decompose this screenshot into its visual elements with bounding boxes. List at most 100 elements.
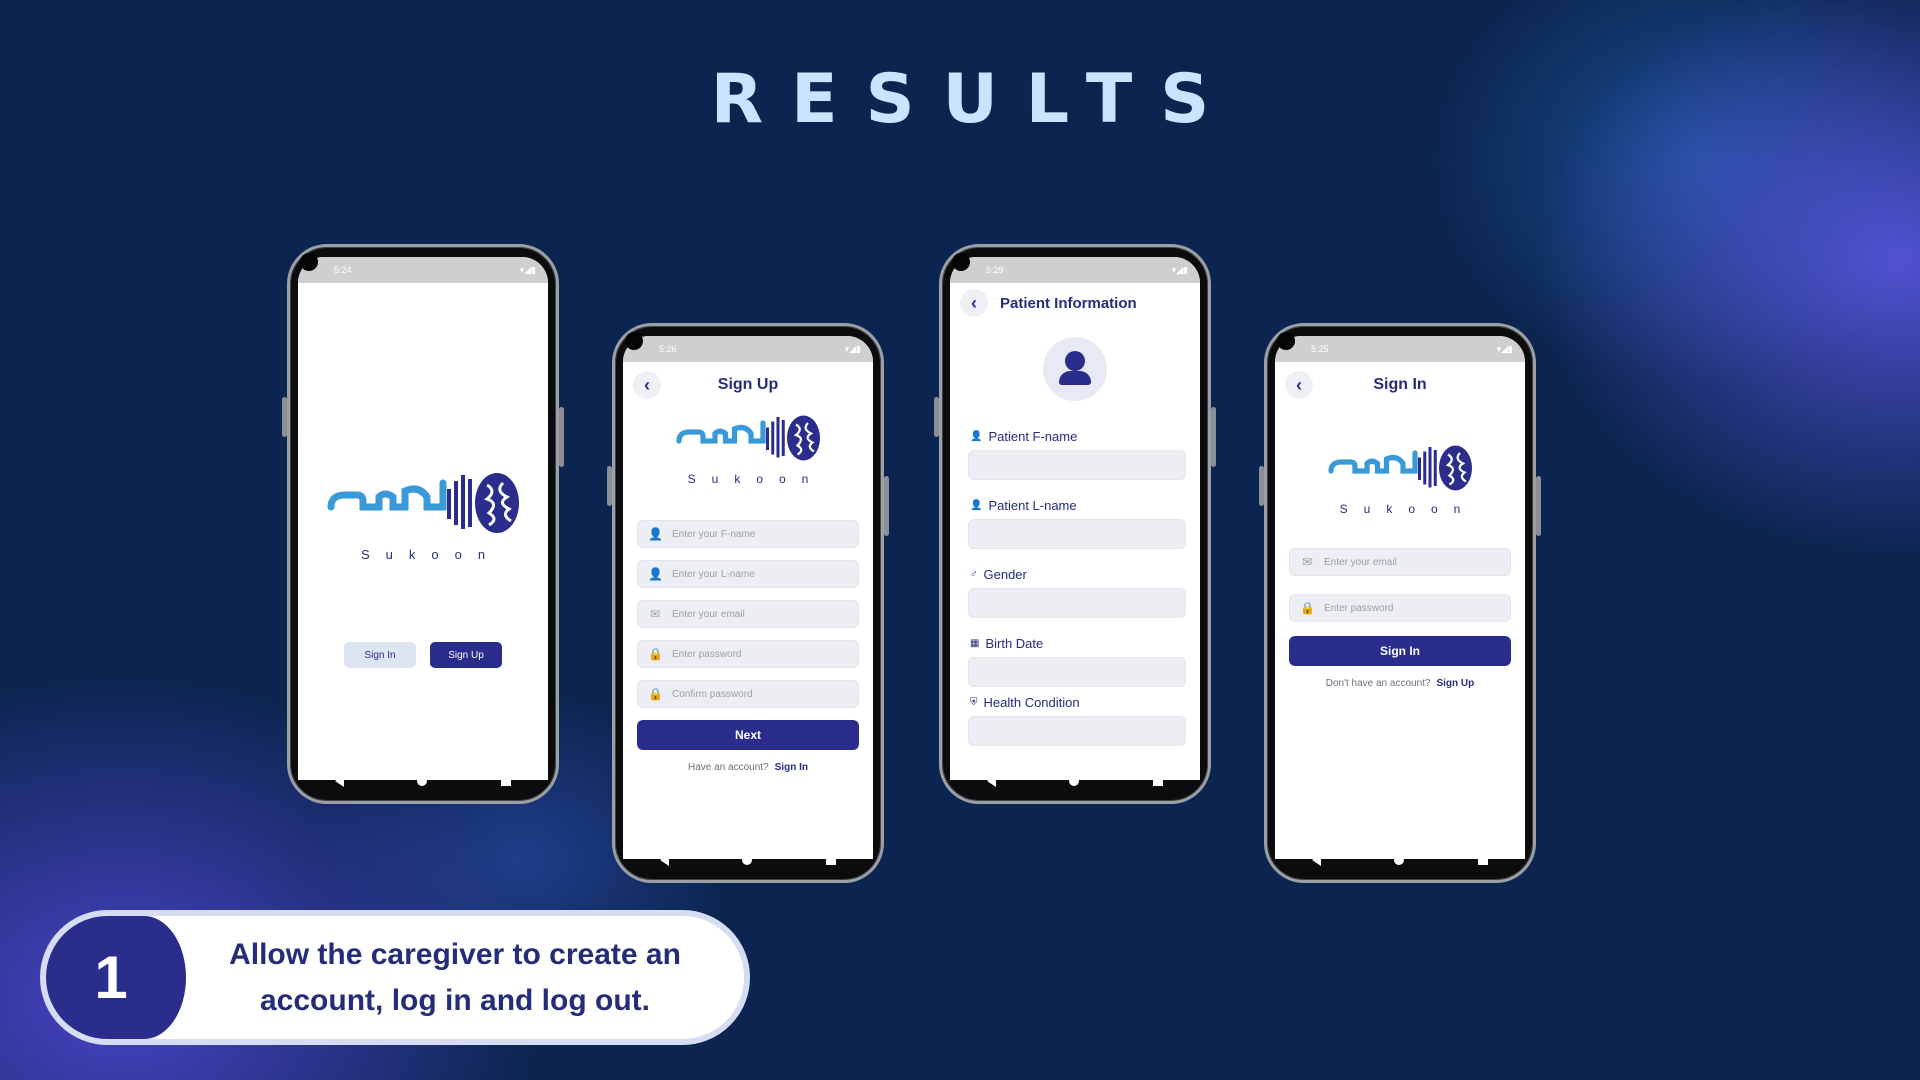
status-bar: 5:26 ▾◢▮ bbox=[623, 336, 873, 362]
signin-screen: 5:25 ▾◢▮ ‹ Sign In Sukoon ✉ Enter your ema… bbox=[1275, 336, 1525, 859]
nav-back-icon[interactable] bbox=[334, 775, 344, 787]
signup-prompt: Don't have an account? Sign Up bbox=[1275, 678, 1525, 689]
nav-recents-icon[interactable] bbox=[826, 855, 837, 865]
camera-dot bbox=[1277, 332, 1295, 350]
sukoon-logo-mark-icon bbox=[676, 415, 820, 461]
android-nav-bar bbox=[1275, 846, 1525, 874]
nav-back-icon[interactable] bbox=[986, 775, 996, 787]
label-lname: 👤 Patient L-name bbox=[970, 498, 1186, 513]
avatar[interactable] bbox=[1043, 337, 1107, 401]
sign-in-button[interactable]: Sign In bbox=[1289, 636, 1511, 666]
wifi-battery-icon: ▾◢▮ bbox=[1171, 264, 1188, 275]
signin-prompt: Have an account? Sign In bbox=[623, 762, 873, 773]
camera-dot bbox=[300, 253, 318, 271]
gender-input[interactable] bbox=[968, 588, 1186, 618]
android-nav-bar bbox=[950, 767, 1200, 795]
signin-link[interactable]: Sign In bbox=[775, 762, 808, 773]
brand-wordmark: Sukoon bbox=[1339, 502, 1477, 516]
wifi-battery-icon: ▾◢▮ bbox=[519, 264, 536, 275]
signup-prompt-text: Don't have an account? bbox=[1325, 678, 1431, 689]
label-birthdate: ▦ Birth Date bbox=[970, 636, 1186, 651]
nav-home-icon[interactable] bbox=[1394, 855, 1405, 865]
gender-icon: ♂ bbox=[970, 569, 978, 580]
back-button[interactable]: ‹ bbox=[1285, 371, 1313, 399]
label-text: Gender bbox=[983, 567, 1027, 582]
person-icon bbox=[1065, 351, 1085, 371]
lock-icon: 🔒 bbox=[1300, 601, 1315, 615]
nav-home-icon[interactable] bbox=[417, 776, 428, 786]
fname-input[interactable]: 👤 Enter your F-name bbox=[637, 520, 859, 548]
health-condition-input[interactable] bbox=[968, 716, 1186, 746]
sign-up-button[interactable]: Sign Up bbox=[430, 642, 502, 668]
goal-banner: 1 Allow the caregiver to create an accou… bbox=[40, 910, 750, 1045]
next-button[interactable]: Next bbox=[637, 720, 859, 750]
patient-lname-input[interactable] bbox=[968, 519, 1186, 549]
phone-signup: 5:26 ▾◢▮ ‹ Sign Up Sukoon 👤 Enter your F-n… bbox=[607, 323, 889, 883]
wifi-battery-icon: ▾◢▮ bbox=[1496, 343, 1513, 354]
back-button[interactable]: ‹ bbox=[633, 371, 661, 399]
signup-screen: 5:26 ▾◢▮ ‹ Sign Up Sukoon 👤 Enter your F-n… bbox=[623, 336, 873, 859]
shield-icon: ⛨ bbox=[970, 697, 978, 708]
lname-input[interactable]: 👤 Enter your L-name bbox=[637, 560, 859, 588]
label-health: ⛨ Health Condition bbox=[970, 695, 1186, 710]
label-text: Patient L-name bbox=[988, 498, 1077, 513]
label-gender: ♂ Gender bbox=[970, 567, 1186, 582]
email-placeholder: Enter your email bbox=[1324, 556, 1397, 568]
status-time: 5:24 bbox=[334, 265, 352, 275]
nav-home-icon[interactable] bbox=[742, 855, 753, 865]
confirm-password-placeholder: Confirm password bbox=[672, 688, 753, 700]
camera-dot bbox=[625, 332, 643, 350]
nav-recents-icon[interactable] bbox=[1478, 855, 1489, 865]
brand-wordmark: Sukoon bbox=[687, 472, 825, 486]
phone-signin: 5:25 ▾◢▮ ‹ Sign In Sukoon ✉ Enter your ema… bbox=[1259, 323, 1541, 883]
chevron-left-icon: ‹ bbox=[971, 292, 977, 313]
label-fname: 👤 Patient F-name bbox=[970, 429, 1186, 444]
lock-icon: 🔒 bbox=[648, 647, 663, 661]
screen-title: Patient Information bbox=[1000, 294, 1137, 312]
patient-screen: 5:29 ▾◢▮ ‹ Patient Information 👤 Patient F… bbox=[950, 257, 1200, 780]
goal-number: 1 bbox=[46, 916, 186, 1039]
signup-link[interactable]: Sign Up bbox=[1436, 678, 1474, 689]
status-time: 5:29 bbox=[986, 265, 1004, 275]
chevron-left-icon: ‹ bbox=[1296, 374, 1302, 395]
lname-placeholder: Enter your L-name bbox=[672, 568, 755, 580]
goal-text: Allow the caregiver to create an account… bbox=[229, 937, 681, 1017]
phone-patient-info: 5:29 ▾◢▮ ‹ Patient Information 👤 Patient F… bbox=[934, 244, 1216, 804]
lock-icon: 🔒 bbox=[648, 687, 663, 701]
fname-placeholder: Enter your F-name bbox=[672, 528, 756, 540]
calendar-icon: ▦ bbox=[970, 638, 980, 649]
sukoon-logo: Sukoon bbox=[623, 408, 873, 486]
status-bar: 5:25 ▾◢▮ bbox=[1275, 336, 1525, 362]
password-placeholder: Enter password bbox=[672, 648, 742, 660]
password-input[interactable]: 🔒 Enter password bbox=[637, 640, 859, 668]
sukoon-logo-mark-icon bbox=[1328, 445, 1472, 491]
sukoon-logo: Sukoon bbox=[1275, 438, 1525, 516]
patient-fname-input[interactable] bbox=[968, 450, 1186, 480]
nav-back-icon[interactable] bbox=[659, 854, 669, 866]
password-placeholder: Enter password bbox=[1324, 602, 1394, 614]
email-input[interactable]: ✉ Enter your email bbox=[637, 600, 859, 628]
email-placeholder: Enter your email bbox=[672, 608, 745, 620]
nav-back-icon[interactable] bbox=[1311, 854, 1321, 866]
nav-home-icon[interactable] bbox=[1069, 776, 1080, 786]
status-time: 5:26 bbox=[659, 344, 677, 354]
wifi-battery-icon: ▾◢▮ bbox=[844, 343, 861, 354]
brand-wordmark: Sukoon bbox=[360, 547, 502, 562]
sukoon-logo-mark-icon bbox=[327, 473, 519, 533]
password-input[interactable]: 🔒 Enter password bbox=[1289, 594, 1511, 622]
user-icon: 👤 bbox=[648, 527, 663, 541]
back-button[interactable]: ‹ bbox=[960, 289, 988, 317]
email-input[interactable]: ✉ Enter your email bbox=[1289, 548, 1511, 576]
label-text: Patient F-name bbox=[988, 429, 1078, 444]
confirm-password-input[interactable]: 🔒 Confirm password bbox=[637, 680, 859, 708]
android-nav-bar bbox=[298, 767, 548, 795]
splash-screen: 5:24 ▾◢▮ Sukoon Sign In Sign Up bbox=[298, 257, 548, 780]
status-bar: 5:24 ▾◢▮ bbox=[298, 257, 548, 283]
page-title: RESULTS bbox=[710, 60, 1238, 139]
signin-prompt-text: Have an account? bbox=[688, 762, 769, 773]
nav-recents-icon[interactable] bbox=[501, 776, 512, 786]
label-text: Birth Date bbox=[985, 636, 1044, 651]
birthdate-input[interactable] bbox=[968, 657, 1186, 687]
sign-in-button[interactable]: Sign In bbox=[344, 642, 416, 668]
nav-recents-icon[interactable] bbox=[1153, 776, 1164, 786]
